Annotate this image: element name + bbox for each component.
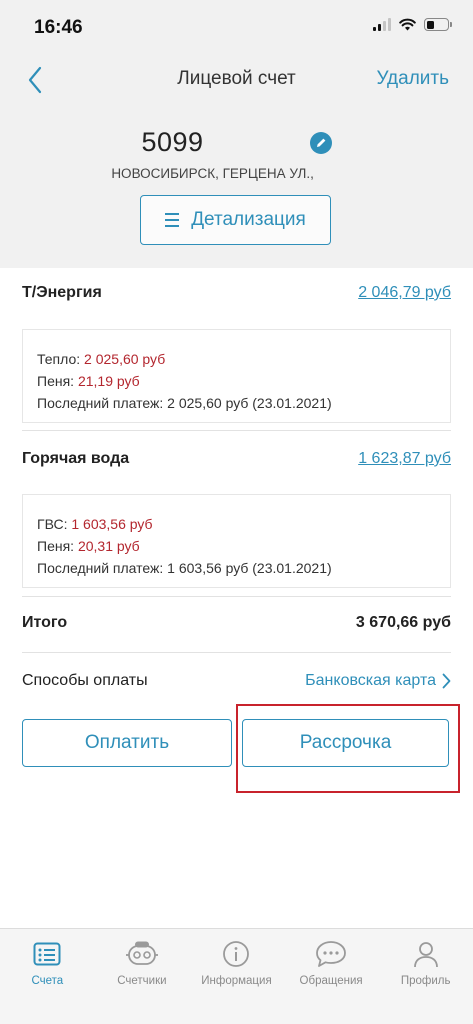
last-payment: Последний платеж: 2 025,60 руб (23.01.20… <box>37 395 332 411</box>
highlight-annotation <box>236 704 460 793</box>
detail-line: Тепло: 2 025,60 руб <box>37 348 450 370</box>
tab-bills[interactable]: Счета <box>0 929 95 1024</box>
address-mask <box>317 169 362 180</box>
details-button-label: Детализация <box>191 209 306 230</box>
tab-bar: Счета Счетчики Информация Обращения Проф… <box>0 928 473 1024</box>
profile-icon <box>412 939 440 969</box>
tab-label: Счета <box>31 975 64 987</box>
detail-line: ГВС: 1 603,56 руб <box>37 513 450 535</box>
tab-label: Информация <box>201 975 272 987</box>
list-icon <box>165 213 180 227</box>
pencil-icon <box>316 138 325 147</box>
pay-button[interactable]: Оплатить <box>22 719 232 767</box>
status-icons <box>373 18 452 31</box>
tab-information[interactable]: Информация <box>189 929 284 1024</box>
cellular-signal-icon <box>373 18 391 31</box>
chat-icon <box>315 939 347 969</box>
account-number: 5099 <box>141 127 204 157</box>
payment-methods-label: Способы оплаты <box>22 672 148 689</box>
detail-line: Пеня: 20,31 руб <box>37 535 450 557</box>
detail-value: 20,31 руб <box>77 538 140 554</box>
detail-label: Пеня: <box>37 373 75 389</box>
payment-methods-row: Способы оплаты Банковская карта <box>22 672 451 690</box>
detail-label: Пеня: <box>37 538 75 554</box>
chevron-right-icon <box>442 673 451 689</box>
service-amount-link[interactable]: 1 623,87 руб <box>358 450 451 468</box>
status-time: 16:46 <box>34 17 83 38</box>
tab-label: Обращения <box>299 975 363 987</box>
divider <box>22 430 451 431</box>
last-payment: Последний платеж: 1 603,56 руб (23.01.20… <box>37 560 332 576</box>
tab-meters[interactable]: Счетчики <box>95 929 190 1024</box>
details-button[interactable]: Детализация <box>140 195 331 245</box>
detail-value: 21,19 руб <box>77 373 140 389</box>
bills-icon <box>33 939 61 969</box>
battery-icon <box>424 18 452 31</box>
divider <box>22 596 451 597</box>
service-name: Горячая вода <box>22 450 130 467</box>
service-details-hot-water: ГВС: 1 603,56 руб Пеня: 20,31 руб Послед… <box>22 494 451 588</box>
info-icon <box>222 939 250 969</box>
edit-account-button[interactable] <box>309 131 332 154</box>
delete-button[interactable]: Удалить <box>376 68 449 90</box>
service-row-hot-water: Горячая вода 1 623,87 руб <box>22 450 451 468</box>
divider <box>22 652 451 653</box>
total-label: Итого <box>22 614 68 631</box>
service-details-heat: Тепло: 2 025,60 руб Пеня: 21,19 руб Посл… <box>22 329 451 423</box>
tab-profile[interactable]: Профиль <box>378 929 473 1024</box>
meters-icon <box>125 939 159 969</box>
tab-label: Профиль <box>400 975 451 987</box>
total-row: Итого 3 670,66 руб <box>22 614 451 632</box>
detail-label: ГВС: <box>37 516 68 532</box>
payment-method-value: Банковская карта <box>305 672 436 689</box>
account-address-row: НОВОСИБИРСК, ГЕРЦЕНА УЛ., <box>0 166 473 181</box>
detail-line: Пеня: 21,19 руб <box>37 370 450 392</box>
detail-value: 1 603,56 руб <box>71 516 153 532</box>
service-amount-link[interactable]: 2 046,79 руб <box>358 284 451 302</box>
tab-requests[interactable]: Обращения <box>284 929 379 1024</box>
tab-label: Счетчики <box>117 975 167 987</box>
wifi-icon <box>399 18 416 31</box>
detail-label: Тепло: <box>37 351 81 367</box>
account-address: НОВОСИБИРСК, ГЕРЦЕНА УЛ., <box>111 166 314 181</box>
detail-value: 2 025,60 руб <box>84 351 166 367</box>
payment-method-selector[interactable]: Банковская карта <box>305 672 451 690</box>
account-number-mask <box>205 130 302 155</box>
service-name: Т/Энергия <box>22 284 102 301</box>
total-amount: 3 670,66 руб <box>355 614 451 631</box>
account-number-row: 5099 <box>0 127 473 158</box>
service-row-heat: Т/Энергия 2 046,79 руб <box>22 284 451 302</box>
